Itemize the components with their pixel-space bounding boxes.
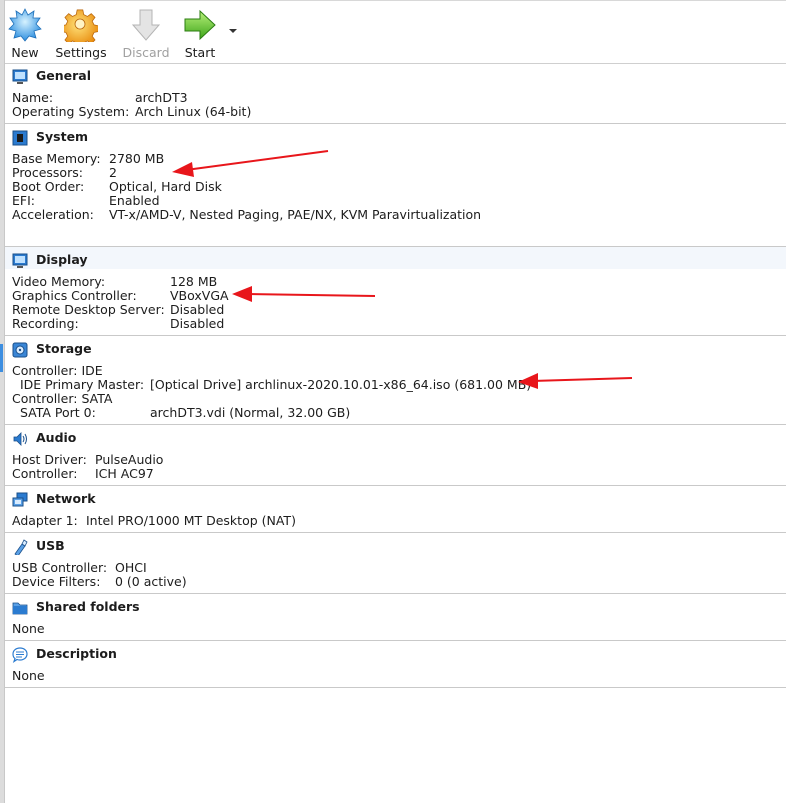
start-label: Start (184, 45, 216, 60)
section-display-title: Display (36, 252, 88, 267)
display-rdp-label: Remote Desktop Server: (12, 302, 165, 317)
section-usb-title: USB (36, 538, 65, 553)
system-processors-label: Processors: (12, 165, 83, 180)
section-system-title: System (36, 129, 89, 144)
audio-controller-label: Controller: (12, 466, 78, 481)
section-shared-folders-header[interactable]: Shared folders (5, 594, 786, 616)
general-name-label: Name: (12, 90, 54, 105)
storage-controller-sata-label: Controller: SATA (12, 391, 113, 406)
usb-controller-label: USB Controller: (12, 560, 108, 575)
section-audio: Audio Host Driver: PulseAudio Controller… (5, 425, 786, 486)
section-system-header[interactable]: System (5, 124, 786, 146)
section-storage-title: Storage (36, 341, 92, 356)
display-monitor-icon (12, 253, 28, 268)
section-description-header[interactable]: Description (5, 641, 786, 663)
settings-button[interactable]: Settings (53, 3, 109, 61)
gear-icon (64, 9, 98, 42)
start-dropdown-chevron-down-icon[interactable] (228, 27, 238, 35)
toolbar: New Settings Discard Start (5, 0, 786, 64)
chip-icon (12, 130, 28, 146)
section-usb-header[interactable]: USB (5, 533, 786, 555)
display-graphics-controller-value: VBoxVGA (170, 288, 229, 303)
storage-controller-ide-label: Controller: IDE (12, 363, 103, 378)
section-shared-folders: Shared folders None (5, 594, 786, 641)
speech-bubble-icon (12, 647, 28, 663)
usb-device-filters-label: Device Filters: (12, 574, 101, 589)
speaker-icon (13, 432, 27, 446)
section-audio-title: Audio (36, 430, 77, 445)
section-display-header[interactable]: Display (5, 247, 786, 269)
discard-label: Discard (122, 45, 170, 60)
section-general: General Name: archDT3 Operating System: … (5, 63, 786, 124)
section-description-title: Description (36, 646, 117, 661)
system-efi-value: Enabled (109, 193, 160, 208)
display-recording-label: Recording: (12, 316, 79, 331)
left-panel-selection-marker (0, 344, 3, 372)
section-network-header[interactable]: Network (5, 486, 786, 508)
usb-controller-value: OHCI (115, 560, 147, 575)
section-storage: Storage Controller: IDE IDE Primary Mast… (5, 336, 786, 425)
system-processors-value: 2 (109, 165, 117, 180)
general-os-value: Arch Linux (64-bit) (135, 104, 252, 119)
section-description: Description None (5, 641, 786, 688)
display-video-memory-value: 128 MB (170, 274, 218, 289)
section-audio-header[interactable]: Audio (5, 425, 786, 447)
new-label: New (11, 45, 39, 60)
general-name-value: archDT3 (135, 90, 188, 105)
section-network: Network Adapter 1: Intel PRO/1000 MT Des… (5, 486, 786, 533)
system-memory-label: Base Memory: (12, 151, 101, 166)
display-recording-value: Disabled (170, 316, 225, 331)
usb-icon (14, 539, 28, 555)
system-efi-label: EFI: (12, 193, 35, 208)
section-shared-folders-title: Shared folders (36, 599, 140, 614)
section-general-title: General (36, 68, 91, 83)
folder-icon (12, 602, 28, 615)
arrow-right-icon (184, 9, 216, 41)
section-storage-header[interactable]: Storage (5, 336, 786, 358)
section-network-title: Network (36, 491, 96, 506)
arrow-down-icon (131, 9, 161, 41)
storage-ide-primary-master-label: IDE Primary Master: (12, 377, 145, 392)
audio-host-driver-label: Host Driver: (12, 452, 87, 467)
system-acceleration-label: Acceleration: (12, 207, 94, 222)
system-memory-value: 2780 MB (109, 151, 165, 166)
section-system: System Base Memory: 2780 MB Processors: … (5, 124, 786, 247)
display-rdp-value: Disabled (170, 302, 225, 317)
general-os-label: Operating System: (12, 104, 130, 119)
audio-controller-value: ICH AC97 (95, 466, 154, 481)
system-boot-order-label: Boot Order: (12, 179, 85, 194)
display-video-memory-label: Video Memory: (12, 274, 106, 289)
network-adapter1-value: Intel PRO/1000 MT Desktop (NAT) (86, 513, 296, 528)
section-usb: USB USB Controller: OHCI Device Filters:… (5, 533, 786, 594)
system-acceleration-value: VT-x/AMD-V, Nested Paging, PAE/NX, KVM P… (109, 207, 482, 222)
storage-ide-primary-master-value: [Optical Drive] archlinux-2020.10.01-x86… (150, 377, 532, 392)
section-display: Display Video Memory: 128 MB Graphics Co… (5, 247, 786, 336)
display-graphics-controller-label: Graphics Controller: (12, 288, 137, 303)
settings-label: Settings (55, 45, 107, 60)
start-button[interactable]: Start (180, 3, 220, 61)
system-boot-order-value: Optical, Hard Disk (109, 179, 222, 194)
new-starburst-icon (8, 8, 42, 42)
network-adapter1-label: Adapter 1: (12, 513, 78, 528)
storage-disk-icon (12, 342, 28, 358)
audio-host-driver-value: PulseAudio (95, 452, 164, 467)
section-general-header[interactable]: General (5, 63, 786, 85)
description-none-text: None (12, 668, 45, 683)
storage-sata-port0-value: archDT3.vdi (Normal, 32.00 GB) (150, 405, 351, 420)
storage-sata-port0-label: SATA Port 0: (12, 405, 96, 420)
network-icon (12, 492, 28, 507)
discard-button[interactable]: Discard (119, 3, 173, 61)
usb-device-filters-value: 0 (0 active) (115, 574, 187, 589)
shared-folders-none-text: None (12, 621, 45, 636)
monitor-icon (12, 69, 28, 84)
new-button[interactable]: New (5, 3, 45, 61)
